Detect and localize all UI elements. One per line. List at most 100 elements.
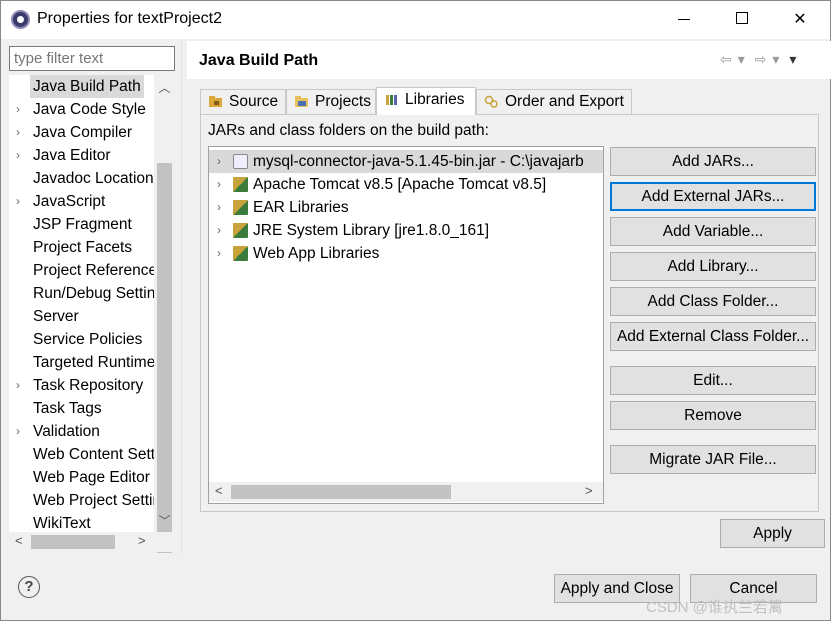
tree-item-label: Targeted Runtimes bbox=[33, 354, 154, 371]
tree-item-project-references[interactable]: Project References bbox=[9, 259, 154, 282]
expand-arrow-icon[interactable]: › bbox=[16, 374, 26, 397]
close-button[interactable]: ✕ bbox=[777, 5, 823, 35]
tree-item-label: Java Editor bbox=[33, 147, 111, 164]
tree-item-javadoc-location[interactable]: Javadoc Location bbox=[9, 167, 154, 190]
expand-arrow-icon[interactable]: › bbox=[217, 150, 221, 173]
scroll-down-icon[interactable]: ﹀ bbox=[154, 512, 175, 529]
expand-arrow-icon[interactable]: › bbox=[16, 121, 26, 144]
tree-item-label: Web Content Settings bbox=[33, 446, 154, 463]
scroll-thumb[interactable] bbox=[157, 163, 172, 553]
tree-item-java-editor[interactable]: › Java Editor bbox=[9, 144, 154, 167]
tree-item-task-repository[interactable]: › Task Repository bbox=[9, 374, 154, 397]
list-item[interactable]: › mysql-connector-java-5.1.45-bin.jar - … bbox=[209, 150, 603, 173]
tree-item-web-page-editor[interactable]: Web Page Editor bbox=[9, 466, 154, 489]
add-class-folder-button[interactable]: Add Class Folder... bbox=[610, 287, 816, 316]
scroll-right-icon[interactable]: > bbox=[138, 533, 146, 548]
tree-item-web-project-settings[interactable]: Web Project Settings bbox=[9, 489, 154, 512]
remove-button[interactable]: Remove bbox=[610, 401, 816, 430]
chevron-down-icon[interactable]: ▾ bbox=[738, 51, 745, 67]
expand-arrow-icon[interactable]: › bbox=[217, 242, 221, 265]
apply-button[interactable]: Apply bbox=[720, 519, 825, 548]
scroll-thumb[interactable] bbox=[231, 485, 451, 499]
project-icon bbox=[295, 96, 308, 107]
history-navigation: ⇦ ▾ ⇨ ▾ ▾ bbox=[720, 51, 802, 68]
tab-projects[interactable]: Projects bbox=[286, 89, 376, 114]
tree-item-task-tags[interactable]: Task Tags bbox=[9, 397, 154, 420]
add-library-button[interactable]: Add Library... bbox=[610, 252, 816, 281]
maximize-button[interactable] bbox=[719, 5, 765, 35]
tree-item-jsp-fragment[interactable]: JSP Fragment bbox=[9, 213, 154, 236]
add-external-class-folder-button[interactable]: Add External Class Folder... bbox=[610, 322, 816, 351]
page-title: Java Build Path bbox=[199, 52, 319, 69]
tree-item-validation[interactable]: › Validation bbox=[9, 420, 154, 443]
expand-arrow-icon[interactable]: › bbox=[217, 173, 221, 196]
tree-item-java-code-style[interactable]: › Java Code Style bbox=[9, 98, 154, 121]
window-title: Properties for textProject2 bbox=[37, 10, 222, 27]
filter-input[interactable] bbox=[9, 46, 175, 71]
library-label: EAR Libraries bbox=[253, 199, 349, 216]
tree-item-java-build-path[interactable]: Java Build Path bbox=[9, 75, 154, 98]
maximize-icon bbox=[736, 12, 748, 25]
property-pages-tree: Java Build Path › Java Code Style › Java C… bbox=[9, 75, 175, 552]
scroll-left-icon[interactable]: < bbox=[215, 483, 223, 498]
tree-item-web-content-settings[interactable]: Web Content Settings bbox=[9, 443, 154, 466]
forward-arrow-icon[interactable]: ⇨ bbox=[755, 51, 767, 67]
scroll-right-icon[interactable]: > bbox=[585, 483, 593, 498]
tree-horizontal-scrollbar[interactable]: < > bbox=[9, 532, 175, 552]
tree-item-project-facets[interactable]: Project Facets bbox=[9, 236, 154, 259]
scroll-thumb[interactable] bbox=[31, 535, 115, 549]
list-item[interactable]: › EAR Libraries bbox=[209, 196, 603, 219]
title-bar: Properties for textProject2 ✕ bbox=[1, 1, 830, 39]
add-jars-button[interactable]: Add JARs... bbox=[610, 147, 816, 176]
order-export-icon bbox=[484, 95, 498, 108]
expand-arrow-icon[interactable]: › bbox=[217, 196, 221, 219]
edit-button[interactable]: Edit... bbox=[610, 366, 816, 395]
libraries-horizontal-scrollbar[interactable]: < > bbox=[209, 482, 603, 502]
library-icon bbox=[233, 200, 248, 215]
tree-item-java-compiler[interactable]: › Java Compiler bbox=[9, 121, 154, 144]
list-item[interactable]: › Apache Tomcat v8.5 [Apache Tomcat v8.5… bbox=[209, 173, 603, 196]
expand-arrow-icon[interactable]: › bbox=[16, 144, 26, 167]
expand-arrow-icon[interactable]: › bbox=[16, 420, 26, 443]
tab-libraries[interactable]: Libraries bbox=[376, 87, 476, 115]
list-item[interactable]: › JRE System Library [jre1.8.0_161] bbox=[209, 219, 603, 242]
library-label: Web App Libraries bbox=[253, 245, 380, 262]
list-item[interactable]: › Web App Libraries bbox=[209, 242, 603, 265]
tree-item-label: JSP Fragment bbox=[33, 216, 132, 233]
tree-vertical-scrollbar[interactable]: ︿ ﹀ bbox=[154, 75, 175, 553]
scroll-up-icon[interactable]: ︿ bbox=[154, 79, 175, 96]
jar-icon bbox=[233, 154, 248, 169]
help-icon[interactable]: ? bbox=[18, 576, 40, 598]
minimize-icon bbox=[678, 19, 690, 21]
expand-arrow-icon[interactable]: › bbox=[217, 219, 221, 242]
back-arrow-icon[interactable]: ⇦ bbox=[720, 51, 732, 67]
library-icon bbox=[233, 223, 248, 238]
tab-order-and-export[interactable]: Order and Export bbox=[476, 89, 632, 114]
tree-item-server[interactable]: Server bbox=[9, 305, 154, 328]
view-menu-icon[interactable]: ▾ bbox=[789, 51, 796, 67]
chevron-down-icon[interactable]: ▾ bbox=[772, 51, 779, 67]
add-external-jars-button[interactable]: Add External JARs... bbox=[610, 182, 816, 211]
properties-dialog: Properties for textProject2 ✕ Java Build… bbox=[0, 0, 831, 621]
add-variable-button[interactable]: Add Variable... bbox=[610, 217, 816, 246]
panel-divider[interactable] bbox=[181, 41, 182, 554]
libraries-icon bbox=[386, 95, 397, 105]
tree-item-run-debug-settings[interactable]: Run/Debug Settings bbox=[9, 282, 154, 305]
tree-item-label: Task Repository bbox=[33, 377, 144, 394]
expand-arrow-icon[interactable]: › bbox=[16, 190, 26, 213]
minimize-button[interactable] bbox=[661, 5, 707, 35]
tree-item-label: Validation bbox=[33, 423, 100, 440]
tree-item-javascript[interactable]: › JavaScript bbox=[9, 190, 154, 213]
tree-item-targeted-runtimes[interactable]: Targeted Runtimes bbox=[9, 351, 154, 374]
tree-item-service-policies[interactable]: Service Policies bbox=[9, 328, 154, 351]
tab-source[interactable]: Source bbox=[200, 89, 286, 114]
migrate-jar-button[interactable]: Migrate JAR File... bbox=[610, 445, 816, 474]
expand-arrow-icon[interactable]: › bbox=[16, 98, 26, 121]
scroll-left-icon[interactable]: < bbox=[15, 533, 23, 548]
tree-item-label: Project Facets bbox=[33, 239, 133, 256]
page-header: Java Build Path ⇦ ▾ ⇨ ▾ ▾ bbox=[187, 41, 831, 79]
tree-item-label: Java Build Path bbox=[30, 75, 144, 98]
tree-item-label: Web Project Settings bbox=[33, 492, 154, 509]
tree-item-label: Task Tags bbox=[33, 400, 102, 417]
tree-item-label: Run/Debug Settings bbox=[33, 285, 154, 302]
